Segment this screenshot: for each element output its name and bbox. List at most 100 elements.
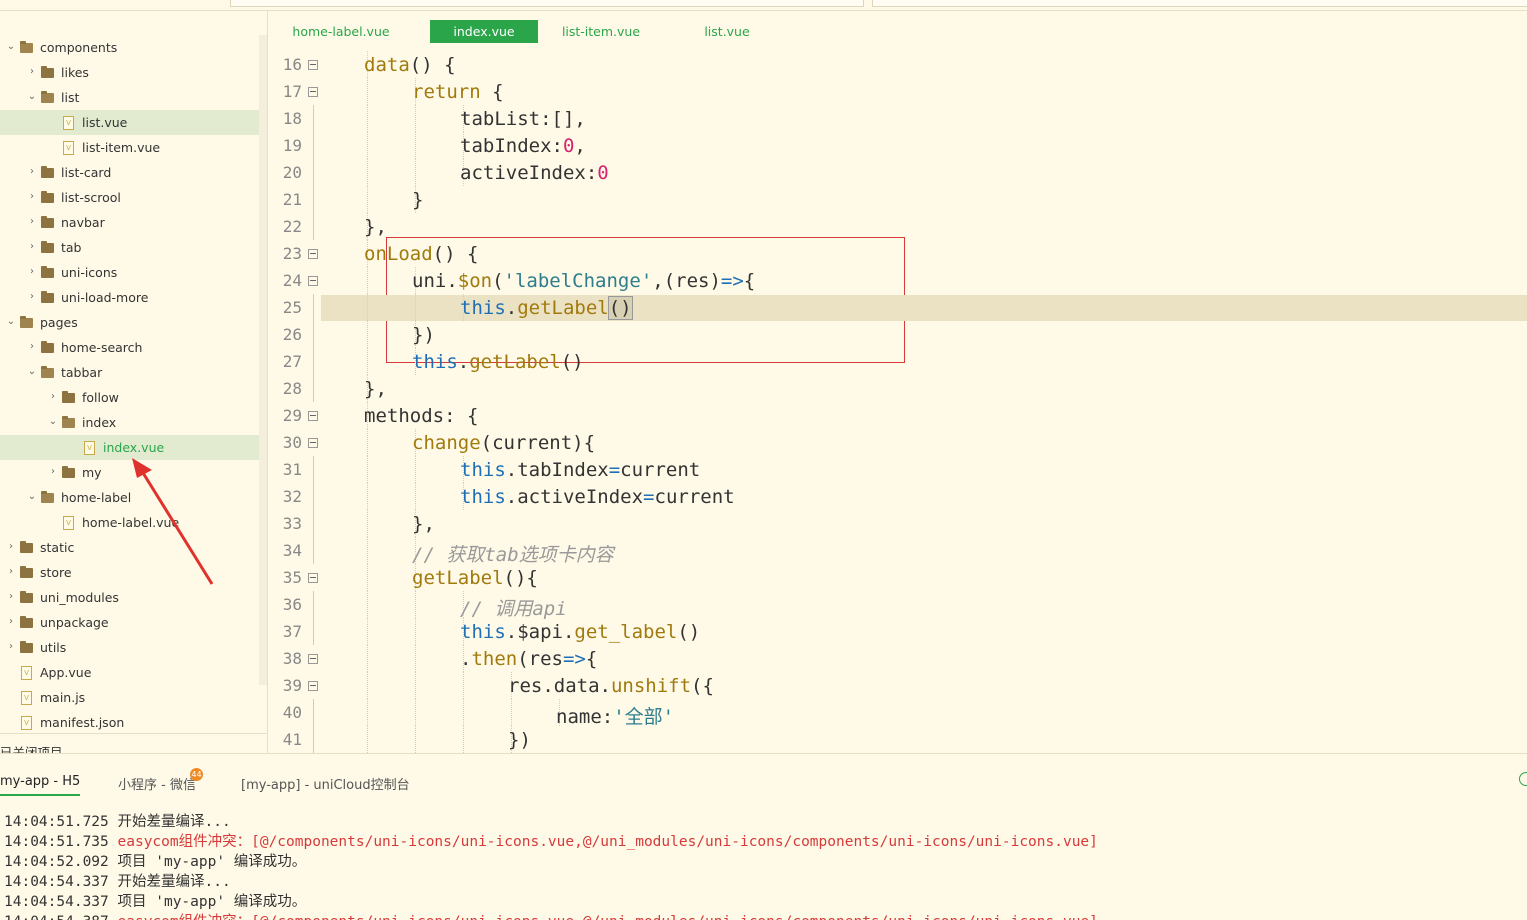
chevron-right-icon[interactable]: ›	[27, 191, 37, 203]
fold-toggle-icon[interactable]	[308, 573, 318, 583]
tree-item[interactable]: › follow	[0, 385, 259, 410]
tree-item[interactable]: › list-card	[0, 160, 259, 185]
tree-item[interactable]: Vmanifest.json	[0, 710, 259, 733]
chevron-right-icon[interactable]: ›	[27, 66, 37, 78]
chevron-right-icon[interactable]: ›	[48, 466, 58, 478]
tree-item[interactable]: › uni-icons	[0, 260, 259, 285]
code-line[interactable]: 28},	[268, 375, 1527, 402]
code-line[interactable]: 35 getLabel(){	[268, 564, 1527, 591]
chevron-right-icon[interactable]: ›	[6, 591, 16, 603]
chevron-right-icon[interactable]: ›	[27, 266, 37, 278]
chevron-right-icon[interactable]: ›	[27, 166, 37, 178]
chevron-right-icon[interactable]: ›	[48, 391, 58, 403]
code-line[interactable]: 41})	[268, 726, 1527, 753]
editor-tab[interactable]: list.vue	[688, 20, 766, 43]
toolbar-field-right[interactable]	[872, 0, 1527, 7]
chevron-right-icon[interactable]: ›	[6, 541, 16, 553]
tree-item[interactable]: › utils	[0, 635, 259, 660]
indent-guide	[367, 321, 369, 348]
tree-item[interactable]: › likes	[0, 60, 259, 85]
chevron-down-icon[interactable]: ⌄	[48, 416, 58, 428]
chevron-right-icon[interactable]: ›	[6, 616, 16, 628]
code-line[interactable]: 19 tabIndex:0,	[268, 132, 1527, 159]
tree-item[interactable]: › store	[0, 560, 259, 585]
tree-item[interactable]: ⌄ home-label	[0, 485, 259, 510]
code-line[interactable]: 23 onLoad() {	[268, 240, 1527, 267]
code-line[interactable]: 21}	[268, 186, 1527, 213]
editor-tab[interactable]: list-item.vue	[550, 20, 652, 43]
tree-item[interactable]: › static	[0, 535, 259, 560]
code-line[interactable]: 27 this.getLabel()	[268, 348, 1527, 375]
chevron-down-icon[interactable]: ⌄	[6, 316, 16, 328]
code-line[interactable]: 20 activeIndex:0	[268, 159, 1527, 186]
chevron-down-icon[interactable]: ⌄	[27, 91, 37, 103]
console-tab-wechat[interactable]: 小程序 - 微信	[118, 774, 196, 793]
chevron-right-icon[interactable]: ›	[6, 641, 16, 653]
code-line[interactable]: 24 uni.$on('labelChange',(res)=>{	[268, 267, 1527, 294]
tree-item[interactable]: ⌄ list	[0, 85, 259, 110]
fold-toggle-icon[interactable]	[308, 411, 318, 421]
tree-item[interactable]: ⌄ pages	[0, 310, 259, 335]
fold-toggle-icon[interactable]	[308, 681, 318, 691]
line-number: 29	[282, 406, 302, 425]
tree-item[interactable]: Vlist-item.vue	[0, 135, 259, 160]
fold-toggle-icon[interactable]	[308, 249, 318, 259]
fold-toggle-icon[interactable]	[308, 438, 318, 448]
console-tab-unicloud[interactable]: [my-app] - uniCloud控制台	[241, 774, 410, 793]
closed-projects-section[interactable]: 已关闭项目	[0, 733, 267, 753]
tree-item[interactable]: › unpackage	[0, 610, 259, 635]
fold-toggle-icon[interactable]	[308, 654, 318, 664]
tree-item[interactable]: › uni_modules	[0, 585, 259, 610]
fold-toggle-icon[interactable]	[308, 87, 318, 97]
chevron-right-icon[interactable]: ›	[27, 216, 37, 228]
code-line[interactable]: 29 methods: {	[268, 402, 1527, 429]
editor-tab[interactable]: index.vue	[430, 20, 538, 43]
chevron-right-icon[interactable]: ›	[6, 566, 16, 578]
code-editor[interactable]: 16 data() {17 return {18 tabList:[], 19 tabIn…	[268, 47, 1527, 753]
tree-item[interactable]: › home-search	[0, 335, 259, 360]
code-line[interactable]: 18 tabList:[],	[268, 105, 1527, 132]
tree-item[interactable]: Vmain.js	[0, 685, 259, 710]
tree-item[interactable]: › tab	[0, 235, 259, 260]
code-line[interactable]: 33},	[268, 510, 1527, 537]
chevron-right-icon[interactable]: ›	[27, 291, 37, 303]
code-line[interactable]: 17 return {	[268, 78, 1527, 105]
code-line[interactable]: 36 // 调用api	[268, 591, 1527, 620]
tree-item[interactable]: › navbar	[0, 210, 259, 235]
code-line[interactable]: 39 res.data.unshift({	[268, 672, 1527, 699]
tree-item[interactable]: ⌄ index	[0, 410, 259, 435]
tree-item[interactable]: › my	[0, 460, 259, 485]
fold-toggle-icon[interactable]	[308, 60, 318, 70]
code-line[interactable]: 30 change(current){	[268, 429, 1527, 456]
chevron-right-icon[interactable]: ›	[27, 341, 37, 353]
tree-item[interactable]: Vhome-label.vue	[0, 510, 259, 535]
chevron-down-icon[interactable]: ⌄	[27, 366, 37, 378]
chevron-down-icon[interactable]: ⌄	[27, 491, 37, 503]
code-line[interactable]: 38 .then(res=>{	[268, 645, 1527, 672]
code-line[interactable]: 37 this.$api.get_label()	[268, 618, 1527, 645]
tree-item[interactable]: ⌄ tabbar	[0, 360, 259, 385]
code-line[interactable]: 22},	[268, 213, 1527, 240]
toolbar-field-left[interactable]	[230, 0, 864, 7]
code-line[interactable]: 32 this.activeIndex=current	[268, 483, 1527, 510]
sidebar-scrollbar[interactable]	[259, 35, 267, 685]
fold-toggle-icon[interactable]	[308, 276, 318, 286]
chevron-right-icon[interactable]: ›	[27, 241, 37, 253]
tree-item[interactable]: V App.vue	[0, 660, 259, 685]
line-number: 39	[282, 676, 302, 695]
editor-tab[interactable]: home-label.vue	[278, 20, 404, 43]
code-line[interactable]: 16 data() {	[268, 51, 1527, 78]
code-line[interactable]: 31 this.tabIndex=current	[268, 456, 1527, 483]
chevron-down-icon[interactable]: ⌄	[6, 41, 16, 53]
code-line[interactable]: 26})	[268, 321, 1527, 348]
console-tab-h5[interactable]: my-app - H5	[0, 774, 81, 796]
code-line[interactable]: 40 name:'全部'	[268, 699, 1527, 728]
console-refresh-icon[interactable]	[1519, 772, 1527, 786]
code-line[interactable]: 34 // 获取tab选项卡内容	[268, 537, 1527, 566]
tree-item[interactable]: ⌄ components	[0, 35, 259, 60]
code-line[interactable]: 25 this.getLabel()	[268, 294, 1527, 321]
tree-item[interactable]: › list-scrool	[0, 185, 259, 210]
tree-item[interactable]: Vindex.vue	[0, 435, 259, 460]
tree-item[interactable]: Vlist.vue	[0, 110, 259, 135]
tree-item[interactable]: › uni-load-more	[0, 285, 259, 310]
